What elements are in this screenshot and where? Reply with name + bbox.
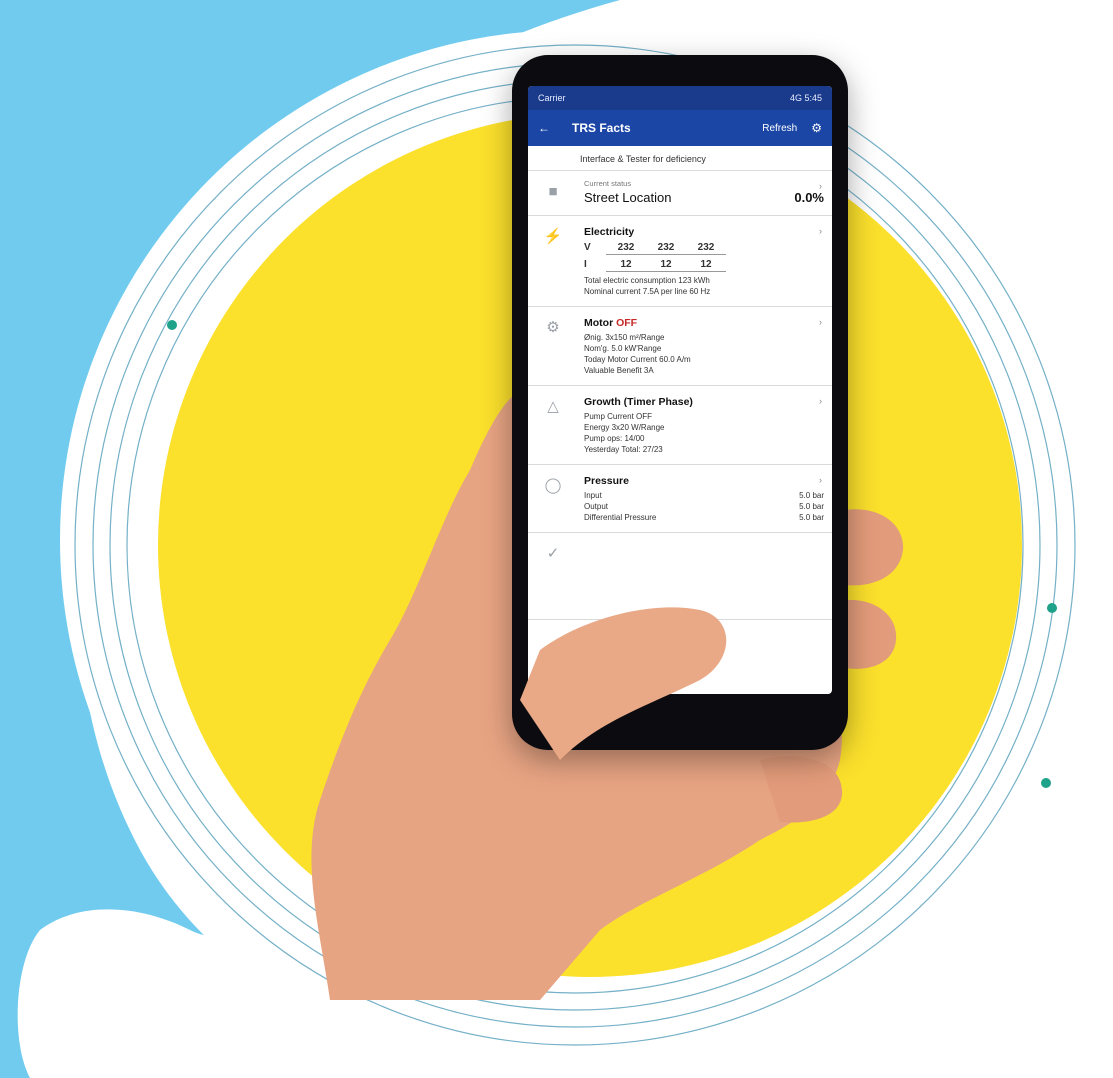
location-reading: 0.0% <box>794 190 824 205</box>
chevron-right-icon: › <box>819 475 822 485</box>
plug-icon: ⚡ <box>543 228 563 245</box>
phone-screen: Carrier 4G 5:45 ← TRS Facts Refresh ⚙ In… <box>528 86 832 694</box>
location-card[interactable]: ■ › Current status Street Location 0.0% <box>528 171 832 216</box>
motor-icon: ⚙ <box>546 319 560 336</box>
location-icon: ■ <box>548 183 558 200</box>
settings-gear-icon[interactable]: ⚙ <box>811 121 822 135</box>
current-row: I 12 12 12 <box>584 259 824 272</box>
chevron-right-icon: › <box>819 226 822 236</box>
voltage-row: V 232 232 232 <box>584 242 824 255</box>
carrier-text: Carrier <box>538 93 566 103</box>
motor-card[interactable]: ⚙ › Motor OFF Ønig. 3x150 m²/Range Nom'g… <box>528 307 832 386</box>
subheader: Interface & Tester for deficiency <box>528 146 832 171</box>
back-arrow-icon[interactable]: ← <box>538 121 550 135</box>
status-right-text: 4G 5:45 <box>789 93 822 103</box>
motor-status: OFF <box>616 317 638 329</box>
electricity-card[interactable]: ⚡ › Electricity V 232 232 232 I 12 12 12… <box>528 216 832 307</box>
check-icon: ✓ <box>546 545 560 562</box>
electricity-title: Electricity <box>584 226 635 238</box>
timer-icon: △ <box>547 398 559 415</box>
growth-card[interactable]: △ › Growth (Timer Phase) Pump Current OF… <box>528 386 832 465</box>
chevron-right-icon: › <box>819 181 822 191</box>
motor-title: Motor OFF <box>584 317 638 329</box>
refresh-button[interactable]: Refresh <box>762 123 797 134</box>
chevron-right-icon: › <box>819 317 822 327</box>
chevron-right-icon: › <box>819 396 822 406</box>
pressure-row: Differential Pressure 5.0 bar <box>584 513 824 522</box>
pressure-row: Output 5.0 bar <box>584 502 824 511</box>
pressure-card[interactable]: ◯ › Pressure Input 5.0 bar Output 5.0 bar … <box>528 465 832 533</box>
location-value: Street Location <box>584 190 672 205</box>
app-bar: ← TRS Facts Refresh ⚙ <box>528 110 832 146</box>
location-label: Current status <box>584 179 632 188</box>
gauge-icon: ◯ <box>544 477 562 494</box>
pressure-row: Input 5.0 bar <box>584 491 824 500</box>
app-title: TRS Facts <box>572 121 631 135</box>
growth-title: Growth (Timer Phase) <box>584 396 693 408</box>
extra-card[interactable]: ✓ <box>528 533 832 620</box>
pressure-title: Pressure <box>584 475 629 487</box>
status-bar: Carrier 4G 5:45 <box>528 86 832 110</box>
